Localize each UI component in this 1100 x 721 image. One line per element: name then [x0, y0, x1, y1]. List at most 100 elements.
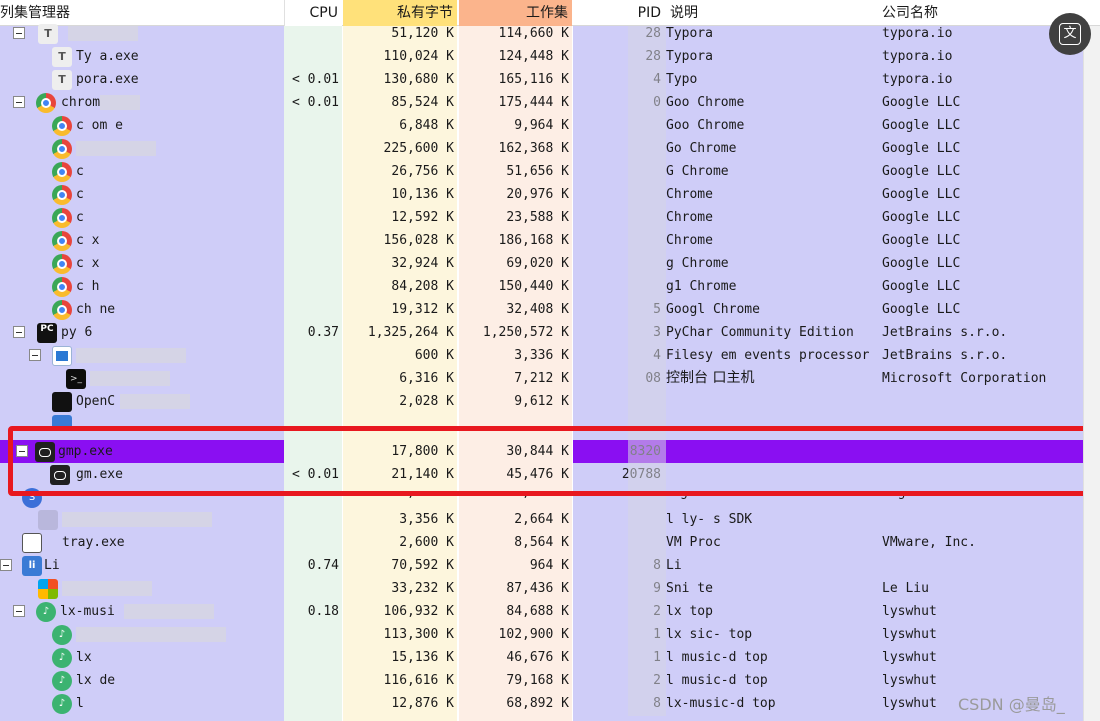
description-cell: Typora — [666, 26, 713, 41]
description-cell: 控制台 口主机 — [666, 370, 755, 386]
description-cell: Goo Chrome — [666, 95, 745, 110]
process-row[interactable]: ♪ l 12,876 K 68,892 K 8 lx-music-d top l… — [0, 692, 1083, 715]
process-row[interactable]: 600 K 3,336 K 4 Filesy em events process… — [0, 344, 1083, 367]
vertical-scrollbar[interactable] — [1083, 26, 1100, 721]
cpu-cell — [284, 137, 342, 160]
process-name: lx de — [76, 673, 116, 688]
process-row[interactable]: T Ty a.exe 110,024 K 124,448 K 28 Typora… — [0, 45, 1083, 68]
private-bytes-cell: 32,924 K — [391, 256, 454, 271]
app-icon: li — [22, 556, 42, 576]
description-cell: l music-d top — [666, 673, 768, 688]
company-cell — [882, 390, 1082, 413]
process-row[interactable]: c 10,136 K 20,976 K Chrome Google LLC — [0, 183, 1083, 206]
process-name: c — [76, 164, 84, 179]
private-bytes-cell: 6,316 K — [399, 371, 454, 386]
description-cell: Googl Chrome — [666, 302, 760, 317]
collapse-toggle[interactable] — [13, 27, 25, 39]
process-row[interactable]: li Li 0.74 70,592 K 964 K 8 Li — [0, 554, 1083, 577]
translate-icon: 文 — [1059, 23, 1081, 45]
process-row[interactable]: OpenC 2,028 K 9,612 K — [0, 390, 1083, 413]
description-cell: Go Chrome — [666, 141, 737, 156]
private-bytes-cell: 12,592 K — [391, 210, 454, 225]
redaction-mosaic — [124, 604, 214, 619]
chrome-icon — [52, 185, 72, 205]
process-row[interactable]: ♪ 113,300 K 102,900 K 1 lx sic- top lysw… — [0, 623, 1083, 646]
process-row[interactable]: chrom < 0.01 85,524 K 175,444 K 0 Goo Ch… — [0, 91, 1083, 114]
process-row-selected[interactable]: gmp.exe 17,800 K 30,844 K 8320 — [0, 440, 1083, 463]
console-icon: >_ — [66, 369, 86, 389]
collapse-toggle[interactable] — [16, 445, 28, 457]
collapse-toggle[interactable] — [13, 96, 25, 108]
process-row[interactable]: < 0.01 22,316 K 3,212 K gou er Sogou — [0, 493, 1083, 502]
company-cell: Google LLC — [882, 233, 961, 248]
process-row[interactable]: T pora.exe < 0.01 130,680 K 165,116 K 4 … — [0, 68, 1083, 91]
working-set-cell: 51,656 K — [506, 164, 569, 179]
private-bytes-cell: 85,524 K — [391, 95, 454, 110]
process-name: l — [76, 696, 84, 711]
typora-icon: T — [52, 70, 72, 90]
private-bytes-cell: 156,028 K — [383, 233, 454, 248]
process-row[interactable]: tray.exe 2,600 K 8,564 K VM Proc VMware,… — [0, 531, 1083, 554]
private-bytes-cell: 70,592 K — [391, 558, 454, 573]
process-row[interactable]: c h 84,208 K 150,440 K g1 Chrome Google … — [0, 275, 1083, 298]
process-row[interactable]: c 12,592 K 23,588 K Chrome Google LLC — [0, 206, 1083, 229]
process-name: Ty a.exe — [76, 49, 139, 64]
process-row[interactable]: 225,600 K 162,368 K Go Chrome Google LLC — [0, 137, 1083, 160]
working-set-cell: 23,588 K — [506, 210, 569, 225]
sogou-icon: S — [22, 488, 42, 508]
process-row[interactable]: 33,232 K 87,436 K 9 Sni te Le Liu — [0, 577, 1083, 600]
working-set-cell: 2,664 K — [514, 512, 569, 527]
process-name: Li — [44, 558, 60, 573]
cpu-cell — [284, 298, 342, 321]
cpu-cell — [284, 344, 342, 367]
process-row[interactable]: 3,356 K 2,664 K l ly- s SDK — [0, 508, 1083, 531]
collapse-toggle[interactable] — [29, 349, 41, 361]
redaction-mosaic — [62, 512, 212, 527]
process-row[interactable] — [0, 413, 1083, 427]
company-cell: Sogou — [882, 493, 1082, 502]
process-row[interactable]: ♪ lx-musi 0.18 106,932 K 84,688 K 2 lx t… — [0, 600, 1083, 623]
process-row[interactable]: >_ 6,316 K 7,212 K 08 控制台 口主机 Microsoft … — [0, 367, 1083, 390]
private-bytes-cell: 26,756 K — [391, 164, 454, 179]
company-cell: Google LLC — [882, 95, 961, 110]
working-set-cell: 3,336 K — [514, 348, 569, 363]
process-row[interactable]: PC py 6 0.37 1,325,264 K 1,250,572 K 3 P… — [0, 320, 1083, 346]
collapse-toggle[interactable] — [0, 559, 12, 571]
redaction-mosaic — [90, 371, 170, 386]
working-set-cell: 1,250,572 K — [482, 325, 569, 340]
typora-icon: T — [38, 24, 58, 44]
process-row[interactable]: ch ne 19,312 K 32,408 K 5 Googl Chrome G… — [0, 298, 1083, 321]
private-bytes-cell: 10,136 K — [391, 187, 454, 202]
collapse-toggle[interactable] — [13, 326, 25, 338]
process-row[interactable]: gm.exe < 0.01 21,140 K 45,476 K 20788 — [0, 463, 1083, 486]
private-bytes-cell: 3,356 K — [399, 512, 454, 527]
process-name: c — [76, 210, 84, 225]
process-row[interactable]: c om e 6,848 K 9,964 K Goo Chrome Google… — [0, 114, 1083, 137]
cpu-cell — [284, 183, 342, 206]
working-set-cell: 69,020 K — [506, 256, 569, 271]
collapse-toggle[interactable] — [13, 605, 25, 617]
cpu-cell — [284, 623, 342, 646]
process-row[interactable]: c x 156,028 K 186,168 K Chrome Google LL… — [0, 229, 1083, 252]
process-name: gmp.exe — [58, 444, 113, 459]
process-row[interactable]: ♪ lx de 116,616 K 79,168 K 2 l music-d t… — [0, 669, 1083, 692]
private-bytes-cell: 21,140 K — [391, 467, 454, 482]
company-cell: Google LLC — [882, 164, 961, 179]
private-bytes-cell: 130,680 K — [383, 72, 454, 87]
working-set-cell: 84,688 K — [506, 604, 569, 619]
private-bytes-cell: 84,208 K — [391, 279, 454, 294]
cpu-cell: 0.74 — [307, 558, 339, 573]
process-row[interactable]: T 51,120 K 114,660 K 28 Typora typora.io — [0, 22, 1083, 45]
translate-button[interactable]: 文 — [1049, 13, 1091, 55]
private-bytes-cell: 225,600 K — [383, 141, 454, 156]
description-cell: PyChar Community Edition — [666, 325, 854, 340]
process-row[interactable]: ♪ lx 15,136 K 46,676 K 1 l music-d top l… — [0, 646, 1083, 669]
private-bytes-cell: 17,800 K — [391, 444, 454, 459]
private-bytes-cell: 19,312 K — [391, 302, 454, 317]
app-icon — [38, 579, 58, 599]
process-row[interactable]: c 26,756 K 51,656 K G Chrome Google LLC — [0, 160, 1083, 183]
description-cell: g1 Chrome — [666, 279, 737, 294]
process-row[interactable]: c x 32,924 K 69,020 K g Chrome Google LL… — [0, 252, 1083, 275]
chrome-icon — [52, 162, 72, 182]
company-cell: Google LLC — [882, 279, 961, 294]
